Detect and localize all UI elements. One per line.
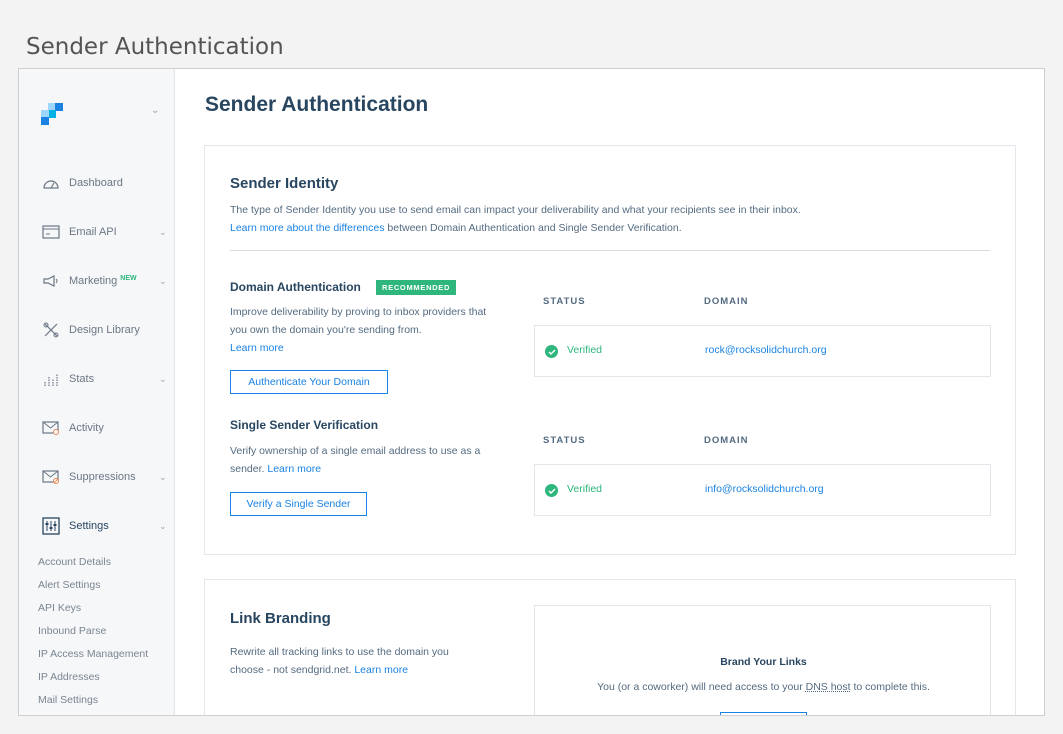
- sidebar-item-label: Settings: [69, 520, 109, 532]
- sender-status-row: Verified info@rocksolidchurch.org: [534, 464, 991, 516]
- dashboard-icon: [41, 173, 61, 193]
- domain-value[interactable]: rock@rocksolidchurch.org: [705, 344, 827, 356]
- sidebar-item-label: Stats: [69, 373, 95, 385]
- sidebar-item-design-library[interactable]: Design Library: [19, 310, 175, 350]
- description-text: Rewrite all tracking links to use the do…: [230, 646, 449, 676]
- sidebar-item-label: Suppressions: [69, 471, 136, 483]
- single-sender-description: Verify ownership of a single email addre…: [230, 442, 492, 478]
- brand-links-box: Brand Your Links You (or a coworker) wil…: [534, 605, 992, 715]
- sidebar-subitem-ip-access-management[interactable]: IP Access Management: [38, 648, 148, 660]
- authenticate-domain-button[interactable]: Authenticate Your Domain: [230, 370, 388, 394]
- description-text: The type of Sender Identity you use to s…: [230, 204, 801, 216]
- sidebar-item-label: Dashboard: [69, 177, 123, 189]
- sidebar-item-activity[interactable]: Activity: [19, 408, 175, 448]
- sidebar-item-label: Marketing NEW: [69, 275, 137, 287]
- dns-host-tooltip-term[interactable]: DNS host: [806, 681, 851, 693]
- learn-more-differences-link[interactable]: Learn more about the differences: [230, 222, 385, 234]
- learn-more-link[interactable]: Learn more: [267, 463, 321, 475]
- stats-icon: [41, 369, 61, 389]
- chevron-down-icon: ⌄: [159, 275, 167, 286]
- brand-links-title: Brand Your Links: [720, 656, 807, 668]
- link-branding-card: Link Branding Rewrite all tracking links…: [204, 579, 1016, 715]
- sender-identity-heading: Sender Identity: [230, 175, 339, 192]
- app-window: ⌄ Dashboard Email API ⌄ MarketingNEW ⌄: [18, 68, 1045, 716]
- new-badge: NEW: [120, 275, 137, 282]
- domain-authentication-heading: Domain Authentication: [230, 280, 361, 294]
- sendgrid-logo[interactable]: [41, 103, 63, 125]
- chevron-down-icon: ⌄: [159, 226, 167, 237]
- sidebar-item-label: Design Library: [69, 324, 140, 336]
- description-text: to complete this.: [850, 681, 930, 693]
- sidebar: ⌄ Dashboard Email API ⌄ MarketingNEW ⌄: [19, 69, 175, 715]
- sender-identity-card: Sender Identity The type of Sender Ident…: [204, 145, 1016, 555]
- chevron-down-icon: ⌄: [159, 373, 167, 384]
- divider: [230, 250, 990, 251]
- domain-column-header: DOMAIN: [704, 435, 749, 446]
- sidebar-item-label: Email API: [69, 226, 117, 238]
- sidebar-item-email-api[interactable]: Email API ⌄: [19, 212, 175, 252]
- sidebar-subitem-mail-settings[interactable]: Mail Settings: [38, 694, 98, 706]
- single-sender-heading: Single Sender Verification: [230, 418, 379, 432]
- sidebar-subitem-account-details[interactable]: Account Details: [38, 556, 111, 568]
- link-branding-description: Rewrite all tracking links to use the do…: [230, 643, 470, 679]
- check-circle-icon: [545, 345, 558, 358]
- sidebar-item-label: Activity: [69, 422, 104, 434]
- sidebar-item-stats[interactable]: Stats ⌄: [19, 359, 175, 399]
- description-text: between Domain Authentication and Single…: [384, 222, 682, 234]
- brand-links-description: You (or a coworker) will need access to …: [535, 681, 992, 693]
- settings-icon: [41, 516, 61, 536]
- domain-status-row: Verified rock@rocksolidchurch.org: [534, 325, 991, 377]
- status-column-header: STATUS: [543, 435, 586, 446]
- megaphone-icon: [41, 271, 61, 291]
- description-text: You (or a coworker) will need access to …: [597, 681, 806, 693]
- verified-status: Verified: [567, 344, 603, 356]
- verified-status: Verified: [567, 483, 603, 495]
- learn-more-link[interactable]: Learn more: [354, 664, 408, 676]
- marketing-label: Marketing: [69, 275, 118, 287]
- activity-icon: [41, 418, 61, 438]
- sidebar-subitem-api-keys[interactable]: API Keys: [38, 602, 81, 614]
- sidebar-subitem-ip-addresses[interactable]: IP Addresses: [38, 671, 100, 683]
- sender-identity-description: The type of Sender Identity you use to s…: [230, 201, 801, 237]
- email-api-icon: [41, 222, 61, 242]
- sender-email-value[interactable]: info@rocksolidchurch.org: [705, 483, 824, 495]
- sidebar-item-dashboard[interactable]: Dashboard: [19, 163, 175, 203]
- link-branding-heading: Link Branding: [230, 610, 331, 627]
- sidebar-item-marketing[interactable]: Marketing NEW ⌄: [19, 261, 175, 301]
- brand-links-button[interactable]: [720, 712, 807, 715]
- domain-column-header: DOMAIN: [704, 296, 749, 307]
- description-text: Improve deliverability by proving to inb…: [230, 306, 487, 336]
- page-title: Sender Authentication: [205, 93, 429, 116]
- sidebar-item-suppressions[interactable]: Suppressions ⌄: [19, 457, 175, 497]
- suppressions-icon: [41, 467, 61, 487]
- recommended-badge: RECOMMENDED: [376, 280, 457, 295]
- chevron-down-icon: ⌄: [159, 471, 167, 482]
- design-library-icon: [41, 320, 61, 340]
- account-chevron-down-icon[interactable]: ⌄: [151, 105, 159, 116]
- learn-more-link[interactable]: Learn more: [230, 342, 284, 354]
- sidebar-subitem-alert-settings[interactable]: Alert Settings: [38, 579, 100, 591]
- sidebar-item-settings[interactable]: Settings ⌄: [19, 506, 175, 546]
- sidebar-subitem-inbound-parse[interactable]: Inbound Parse: [38, 625, 106, 637]
- check-circle-icon: [545, 484, 558, 497]
- status-column-header: STATUS: [543, 296, 586, 307]
- verify-single-sender-button[interactable]: Verify a Single Sender: [230, 492, 367, 516]
- page-caption: Sender Authentication: [26, 34, 284, 60]
- chevron-down-icon: ⌄: [159, 520, 167, 531]
- domain-authentication-description: Improve deliverability by proving to inb…: [230, 303, 490, 357]
